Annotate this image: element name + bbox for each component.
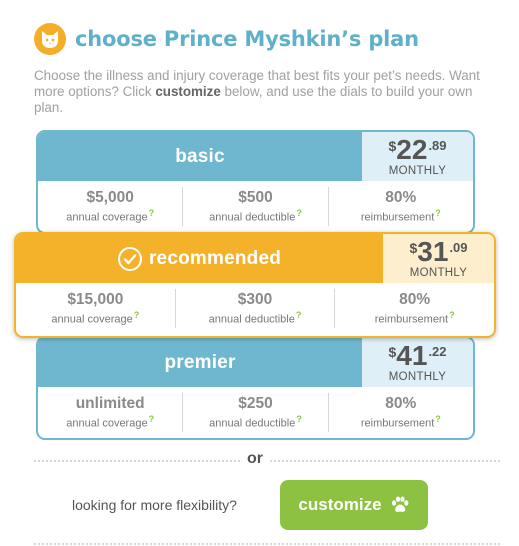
price-dollars: 31 <box>417 236 449 267</box>
price-currency: $ <box>409 240 418 256</box>
coverage-value: $5,000 <box>86 189 134 207</box>
help-icon[interactable]: ? <box>449 310 455 320</box>
customize-button-label: customize <box>298 495 382 514</box>
stat-reimbursement: 80% reimbursement? <box>327 393 473 432</box>
plan-header: recommended $ 31 .09 MONTHLY <box>16 234 494 283</box>
price-dollars: 41 <box>396 340 428 371</box>
coverage-label: annual coverage? <box>51 310 139 326</box>
reimbursement-label-text: reimbursement <box>374 313 449 326</box>
deductible-label-text: annual deductible <box>208 313 295 326</box>
help-icon[interactable]: ? <box>134 310 140 320</box>
reimbursement-label: reimbursement? <box>375 310 455 326</box>
help-icon[interactable]: ? <box>435 208 441 218</box>
coverage-label: annual coverage? <box>66 414 154 430</box>
stat-coverage: $15,000 annual coverage? <box>16 289 175 328</box>
flexibility-prompt: looking for more flexibility? <box>72 497 237 513</box>
price-cents: .09 <box>449 240 468 255</box>
plan-card-recommended[interactable]: recommended $ 31 .09 MONTHLY $15,000 ann… <box>14 232 496 338</box>
price: $ 22 .89 <box>388 136 446 164</box>
reimbursement-label: reimbursement? <box>361 414 441 430</box>
cat-icon <box>34 23 66 55</box>
price: $ 41 .22 <box>388 342 446 370</box>
help-icon[interactable]: ? <box>296 208 302 218</box>
reimbursement-label: reimbursement? <box>361 208 441 224</box>
help-icon[interactable]: ? <box>149 414 155 424</box>
stat-reimbursement: 80% reimbursement? <box>334 289 494 328</box>
price-period: MONTHLY <box>409 267 468 279</box>
price-period: MONTHLY <box>388 165 447 177</box>
stat-deductible: $300 annual deductible? <box>174 289 335 328</box>
intro-customize-word: customize <box>155 84 221 99</box>
deductible-label: annual deductible? <box>209 414 302 430</box>
price-box: $ 41 .22 MONTHLY <box>362 338 473 387</box>
price-currency: $ <box>388 344 397 360</box>
coverage-value: $15,000 <box>67 291 124 309</box>
stat-deductible: $250 annual deductible? <box>182 393 327 432</box>
check-circle-icon <box>117 246 142 271</box>
plan-name-wrap: recommended <box>16 234 383 283</box>
or-separator: or <box>241 450 269 468</box>
coverage-label: annual coverage? <box>66 208 154 224</box>
deductible-label-text: annual deductible <box>209 417 296 430</box>
price-period: MONTHLY <box>388 371 447 383</box>
deductible-label: annual deductible? <box>209 208 302 224</box>
intro-text: Choose the illness and injury coverage t… <box>34 68 504 116</box>
coverage-label-text: annual coverage <box>66 211 148 224</box>
reimbursement-label-text: reimbursement <box>360 211 435 224</box>
deductible-label: annual deductible? <box>209 310 302 326</box>
coverage-label-text: annual coverage <box>51 313 133 326</box>
coverage-label-text: annual coverage <box>66 417 148 430</box>
customize-button[interactable]: customize <box>280 480 428 530</box>
deductible-value: $500 <box>238 189 273 207</box>
plan-card-premier[interactable]: premier $ 41 .22 MONTHLY unlimited annua… <box>36 336 475 440</box>
price-cents: .89 <box>428 138 447 153</box>
coverage-value: unlimited <box>75 395 145 413</box>
page-title: choose Prince Myshkin’s plan <box>75 27 419 51</box>
price-dollars: 22 <box>396 134 428 165</box>
reimbursement-value: 80% <box>385 395 417 413</box>
help-icon[interactable]: ? <box>149 208 155 218</box>
plan-name: recommended <box>148 247 282 269</box>
price-box: $ 31 .09 MONTHLY <box>383 234 494 283</box>
help-icon[interactable]: ? <box>435 414 441 424</box>
plan-stats: $5,000 annual coverage? $500 annual dedu… <box>38 181 473 232</box>
price-currency: $ <box>388 138 397 154</box>
reimbursement-value: 80% <box>399 291 431 309</box>
paw-icon <box>390 495 410 515</box>
price-cents: .22 <box>428 344 447 359</box>
plan-stats: unlimited annual coverage? $250 annual d… <box>38 387 473 438</box>
deductible-label-text: annual deductible <box>209 211 296 224</box>
help-icon[interactable]: ? <box>296 310 302 320</box>
plan-header: basic $ 22 .89 MONTHLY <box>38 132 473 181</box>
help-icon[interactable]: ? <box>296 414 302 424</box>
plan-stats: $15,000 annual coverage? $300 annual ded… <box>16 283 494 336</box>
plan-header: premier $ 41 .22 MONTHLY <box>38 338 473 387</box>
deductible-value: $250 <box>238 395 273 413</box>
dotted-divider <box>34 543 500 545</box>
plan-card-basic[interactable]: basic $ 22 .89 MONTHLY $5,000 annual cov… <box>36 130 475 234</box>
reimbursement-label-text: reimbursement <box>360 417 435 430</box>
stat-reimbursement: 80% reimbursement? <box>327 187 473 226</box>
reimbursement-value: 80% <box>385 189 417 207</box>
page-header: choose Prince Myshkin’s plan <box>34 21 419 57</box>
deductible-value: $300 <box>237 291 273 309</box>
stat-deductible: $500 annual deductible? <box>182 187 327 226</box>
price-box: $ 22 .89 MONTHLY <box>362 132 473 181</box>
plan-name: premier <box>38 338 362 387</box>
stat-coverage: unlimited annual coverage? <box>38 393 182 432</box>
plan-name: basic <box>38 132 362 181</box>
stat-coverage: $5,000 annual coverage? <box>38 187 182 226</box>
price: $ 31 .09 <box>409 238 467 266</box>
